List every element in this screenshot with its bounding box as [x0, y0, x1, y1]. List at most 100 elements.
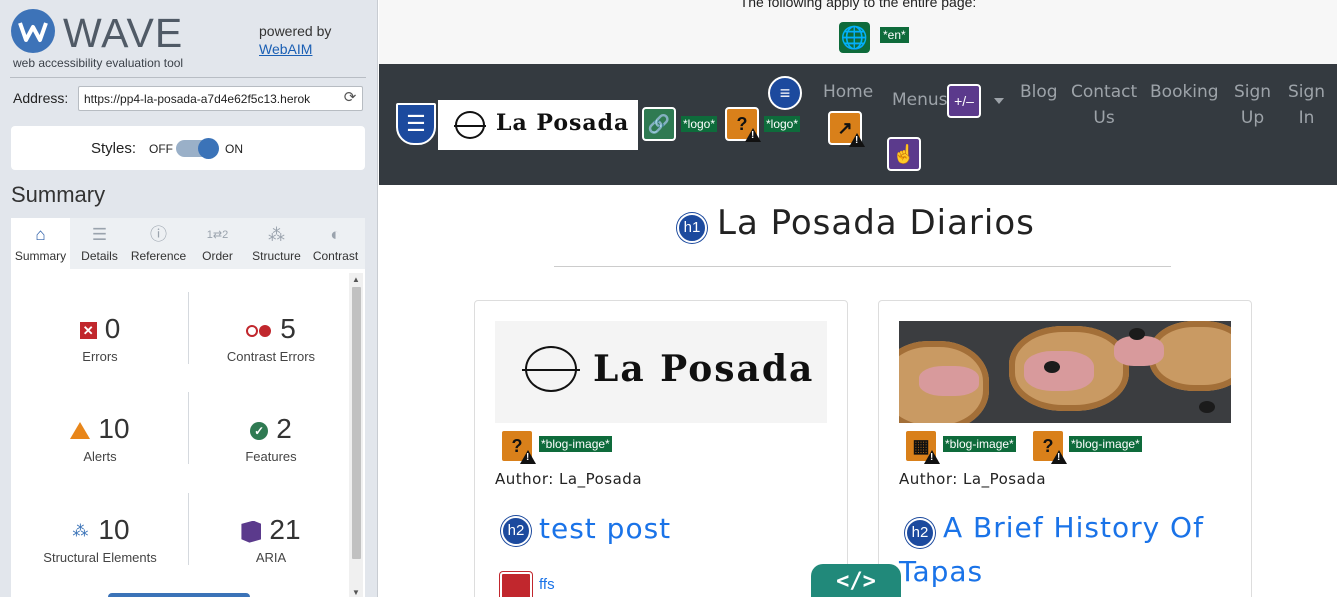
divider	[554, 266, 1171, 267]
nav-booking[interactable]: Booking	[1150, 79, 1219, 105]
tab-reference[interactable]: ⓘ Reference	[129, 218, 188, 269]
post-title-line1[interactable]: A Brief History Of	[943, 506, 1204, 550]
list-structure-icon[interactable]: ≡	[768, 76, 802, 110]
logo-alt-tag-2: *logo*	[764, 116, 801, 132]
ham-image-part	[919, 366, 979, 396]
blog-image-alt-tag: *blog-image*	[1069, 436, 1142, 452]
warning-icon	[849, 133, 865, 147]
blog-image[interactable]: La Posada	[495, 321, 827, 423]
contrast-errors-label: Contrast Errors	[226, 349, 316, 364]
styles-off-label: OFF	[149, 142, 173, 156]
alerts-label: Alerts	[83, 449, 117, 464]
nav-contact-us[interactable]: Contact Us	[1071, 79, 1137, 131]
tab-bar: ⌂ Summary ☰ Details ⓘ Reference 1⇄2 Orde…	[11, 218, 365, 269]
alerts-count: 10	[98, 413, 130, 444]
styles-on-label: ON	[225, 142, 243, 156]
aria-count: 21	[269, 514, 301, 545]
nav-blog[interactable]: Blog	[1020, 79, 1058, 105]
tab-details[interactable]: ☰ Details	[70, 218, 129, 269]
info-icon: ⓘ	[150, 225, 167, 244]
tab-label: Reference	[130, 249, 187, 263]
site-logo[interactable]: La Posada	[438, 100, 638, 150]
olive-image-part	[1129, 328, 1145, 340]
warning-icon	[1051, 450, 1067, 464]
scroll-thumb[interactable]	[352, 287, 361, 559]
scroll-up-icon[interactable]: ▲	[352, 275, 360, 284]
linked-image-icon[interactable]: 🔗	[642, 107, 676, 141]
address-label: Address:	[13, 90, 69, 106]
feature-check-icon: ✓	[250, 421, 269, 440]
page-preview: The following apply to the entire page: …	[379, 0, 1337, 597]
scroll-down-icon[interactable]: ▼	[352, 588, 360, 597]
chevron-down-icon[interactable]	[994, 98, 1004, 104]
tab-structure[interactable]: ⁂ Structure	[247, 218, 306, 269]
olive-image-part	[1044, 361, 1060, 373]
contrast-errors-stat[interactable]: 5 Contrast Errors	[188, 313, 354, 364]
tab-contrast[interactable]: ◐ Contrast	[306, 218, 365, 269]
reload-icon[interactable]: ⟳	[342, 90, 358, 106]
address-input[interactable]: https://pp4-la-posada-a7d4e62f5c13.herok	[78, 86, 363, 111]
language-globe-icon[interactable]: 🌐	[839, 22, 870, 53]
tab-summary[interactable]: ⌂ Summary	[11, 218, 70, 269]
post-title-line2[interactable]: Tapas	[899, 550, 983, 594]
nav-sign-up[interactable]: Sign Up	[1234, 79, 1271, 131]
error-icon: ✕	[79, 322, 97, 340]
contrast-error-icon[interactable]	[500, 572, 532, 597]
warning-icon	[745, 128, 761, 142]
features-stat[interactable]: ✓ 2 Features	[188, 413, 354, 464]
errors-count: 0	[104, 313, 121, 344]
view-details-button[interactable]	[108, 593, 250, 597]
features-label: Features	[245, 449, 297, 464]
nav-sign-in[interactable]: Sign In	[1288, 79, 1325, 131]
nav-signin-line2: In	[1298, 108, 1315, 128]
h1-heading-icon[interactable]: h1	[677, 213, 707, 243]
alerts-stat[interactable]: 10 Alerts	[17, 413, 183, 464]
errors-label: Errors	[82, 349, 118, 364]
logo-text: La Posada	[496, 110, 630, 136]
language-tag: *en*	[880, 27, 909, 43]
page-notice-bar: The following apply to the entire page: …	[379, 0, 1337, 64]
alert-icon	[70, 422, 91, 440]
wave-wordmark: WAVE	[63, 10, 184, 56]
contrast-icon: ◐	[330, 225, 341, 244]
h2-heading-icon[interactable]: h2	[501, 516, 531, 546]
wave-tagline: web accessibility evaluation tool	[13, 56, 184, 70]
sidebar-scrollbar[interactable]: ▲ ▼	[349, 273, 363, 597]
errors-stat[interactable]: ✕ 0 Errors	[17, 313, 183, 364]
tab-order[interactable]: 1⇄2 Order	[188, 218, 247, 269]
ham-image-part	[1114, 336, 1164, 366]
ham-image-part	[1024, 351, 1094, 391]
structure-icon: ⁂	[268, 225, 285, 244]
nav-home[interactable]: Home	[823, 79, 873, 105]
summary-heading: Summary	[11, 182, 106, 207]
h2-heading-icon[interactable]: h2	[905, 518, 935, 548]
nav-menus[interactable]: Menus	[892, 87, 948, 113]
nav-signup-line1: Sign	[1234, 82, 1272, 102]
structural-label: Structural Elements	[43, 550, 157, 565]
blog-image-alt-tag: *blog-image*	[943, 436, 1016, 452]
aria-popup-icon[interactable]: ☝	[887, 137, 921, 171]
code-view-toggle[interactable]: </>	[811, 564, 901, 597]
navigation-landmark-icon[interactable]: ☰	[396, 103, 436, 145]
tab-label: Details	[81, 249, 118, 263]
structure-icon: ⁂	[72, 522, 89, 540]
aria-label: ARIA	[255, 550, 287, 565]
warning-icon	[520, 450, 536, 464]
aria-stat[interactable]: 21 ARIA	[188, 514, 354, 565]
styles-toggle[interactable]	[176, 138, 219, 159]
webaim-link[interactable]: WebAIM	[259, 41, 312, 57]
aria-cube-icon	[241, 520, 262, 543]
features-count: 2	[276, 413, 292, 444]
card-logo-text: La Posada	[593, 348, 815, 390]
contrast-errors-count: 5	[280, 313, 296, 344]
styles-panel: Styles: OFF ON	[11, 126, 365, 170]
contrast-error-icon	[246, 324, 272, 338]
nav-signup-line2: Up	[1240, 108, 1265, 128]
olive-image-part	[1199, 401, 1215, 413]
structural-stat[interactable]: ⁂ 10 Structural Elements	[17, 514, 183, 565]
blog-image[interactable]	[899, 321, 1231, 423]
warning-icon	[924, 450, 940, 464]
post-title-link[interactable]: test post	[539, 507, 671, 551]
styles-label: Styles:	[91, 140, 137, 157]
aria-expanded-icon[interactable]: +/–	[947, 84, 981, 118]
